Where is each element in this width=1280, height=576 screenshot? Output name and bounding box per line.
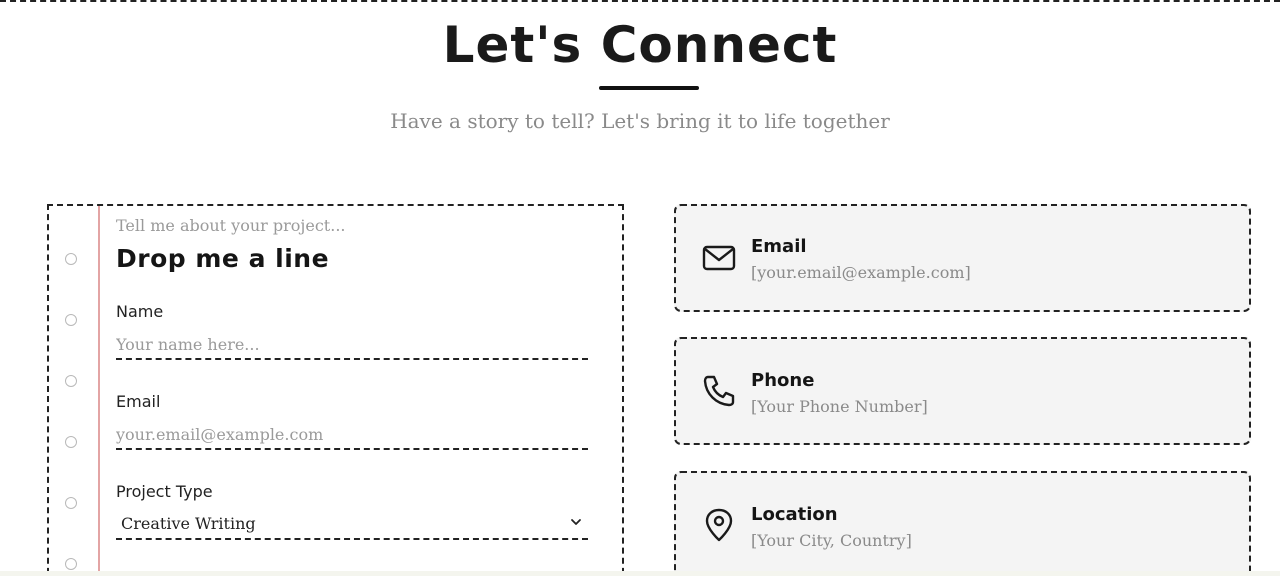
notebook-hole: [65, 375, 77, 387]
contact-location-value: [Your City, Country]: [751, 531, 912, 550]
title-underline: [599, 86, 699, 90]
contact-email-value: [your.email@example.com]: [751, 263, 971, 282]
notebook-hole: [65, 497, 77, 509]
name-label: Name: [116, 302, 164, 321]
location-pin-icon: [705, 508, 733, 542]
contact-email-title: Email: [751, 236, 807, 257]
page-subtitle: Have a story to tell? Let's bring it to …: [390, 109, 890, 133]
page-bottom-strip: [0, 571, 1280, 576]
contact-card-email: Email [your.email@example.com]: [674, 204, 1251, 312]
notebook-hole: [65, 436, 77, 448]
contact-phone-title: Phone: [751, 370, 815, 391]
notebook-hole: [65, 314, 77, 326]
contact-card-location: Location [Your City, Country]: [674, 471, 1251, 576]
envelope-icon: [702, 245, 736, 271]
contact-form-card: Tell me about your project... Drop me a …: [47, 204, 624, 576]
email-label: Email: [116, 392, 161, 411]
contact-card-phone: Phone [Your Phone Number]: [674, 337, 1251, 445]
notebook-margin-line: [98, 206, 100, 576]
name-input[interactable]: [116, 330, 588, 360]
contact-location-title: Location: [751, 504, 838, 525]
phone-icon: [703, 375, 735, 407]
notebook-hole: [65, 253, 77, 265]
form-hint: Tell me about your project...: [116, 216, 346, 235]
chevron-down-icon: [571, 519, 581, 525]
project-type-value: Creative Writing: [121, 514, 256, 533]
form-heading: Drop me a line: [116, 244, 330, 273]
top-dashed-border: [0, 0, 1280, 2]
project-type-label: Project Type: [116, 482, 213, 501]
email-input[interactable]: [116, 420, 588, 450]
notebook-hole: [65, 558, 77, 570]
contact-phone-value: [Your Phone Number]: [751, 397, 928, 416]
project-type-select[interactable]: Creative Writing: [116, 508, 588, 540]
page-title: Let's Connect: [442, 16, 838, 74]
